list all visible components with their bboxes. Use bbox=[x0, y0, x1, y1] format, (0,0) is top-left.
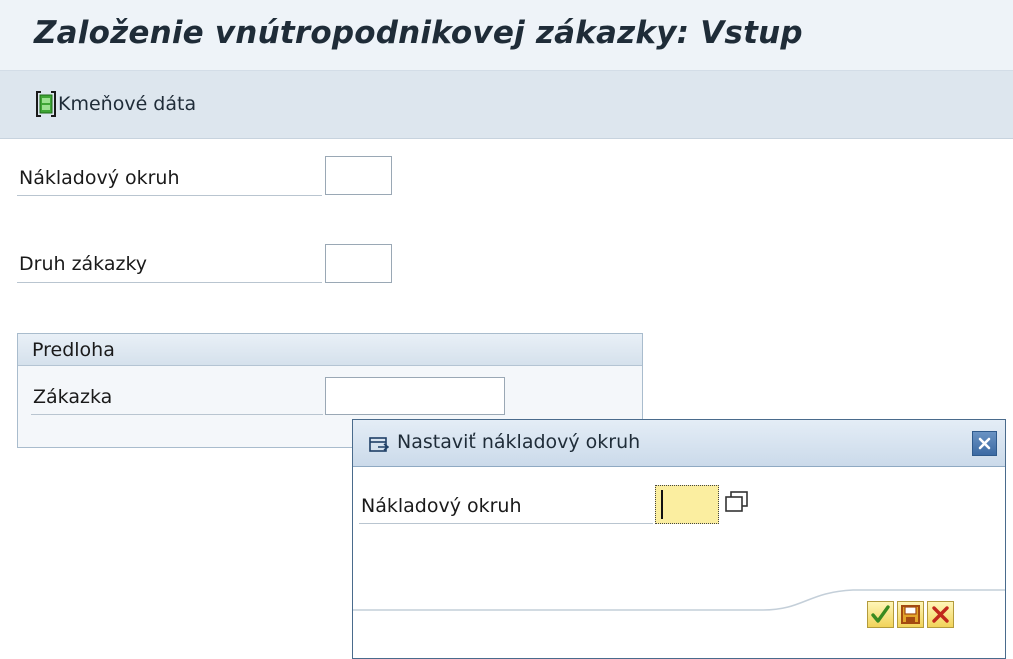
application-toolbar: Kmeňové dáta bbox=[0, 71, 1013, 139]
master-data-button[interactable]: Kmeňové dáta bbox=[36, 89, 196, 119]
template-group-title: Predloha bbox=[32, 339, 115, 361]
dialog-field-label: Nákladový okruh bbox=[361, 495, 522, 517]
dialog-title: Nastaviť nákladový okruh bbox=[397, 431, 641, 453]
title-bar: Založenie vnútropodnikovej zákazky: Vstu… bbox=[0, 0, 1013, 71]
value-help-button[interactable] bbox=[723, 489, 753, 519]
dialog-field-underline bbox=[359, 523, 653, 524]
cost-area-underline bbox=[17, 195, 322, 196]
dialog-footer bbox=[353, 586, 1005, 658]
cost-area-label: Nákladový okruh bbox=[19, 167, 180, 189]
cancel-icon bbox=[932, 606, 949, 623]
master-data-icon bbox=[36, 90, 56, 118]
template-group-header: Predloha bbox=[18, 334, 642, 366]
text-cursor bbox=[661, 490, 663, 519]
cancel-button[interactable] bbox=[927, 601, 954, 628]
checkmark-icon bbox=[871, 605, 890, 623]
cost-area-input[interactable] bbox=[325, 156, 392, 195]
order-label: Zákazka bbox=[33, 386, 113, 408]
value-help-icon bbox=[723, 491, 753, 523]
order-underline bbox=[31, 414, 323, 415]
close-button[interactable] bbox=[972, 431, 997, 456]
dialog-cost-area-input[interactable] bbox=[655, 485, 719, 524]
master-data-label: Kmeňové dáta bbox=[58, 93, 197, 115]
order-type-label: Druh zákazky bbox=[19, 253, 148, 275]
page-title: Založenie vnútropodnikovej zákazky: Vstu… bbox=[34, 15, 803, 51]
confirm-button[interactable] bbox=[867, 601, 894, 628]
order-input[interactable] bbox=[325, 377, 505, 415]
dialog-title-bar: Nastaviť nákladový okruh bbox=[353, 420, 1005, 467]
window-icon bbox=[369, 435, 390, 457]
save-button[interactable] bbox=[897, 601, 924, 628]
order-type-underline bbox=[17, 282, 322, 283]
order-type-input[interactable] bbox=[325, 244, 392, 283]
set-cost-area-dialog: Nastaviť nákladový okruh Nákladový okruh bbox=[352, 419, 1006, 659]
close-icon bbox=[973, 437, 996, 459]
save-icon bbox=[901, 605, 920, 624]
